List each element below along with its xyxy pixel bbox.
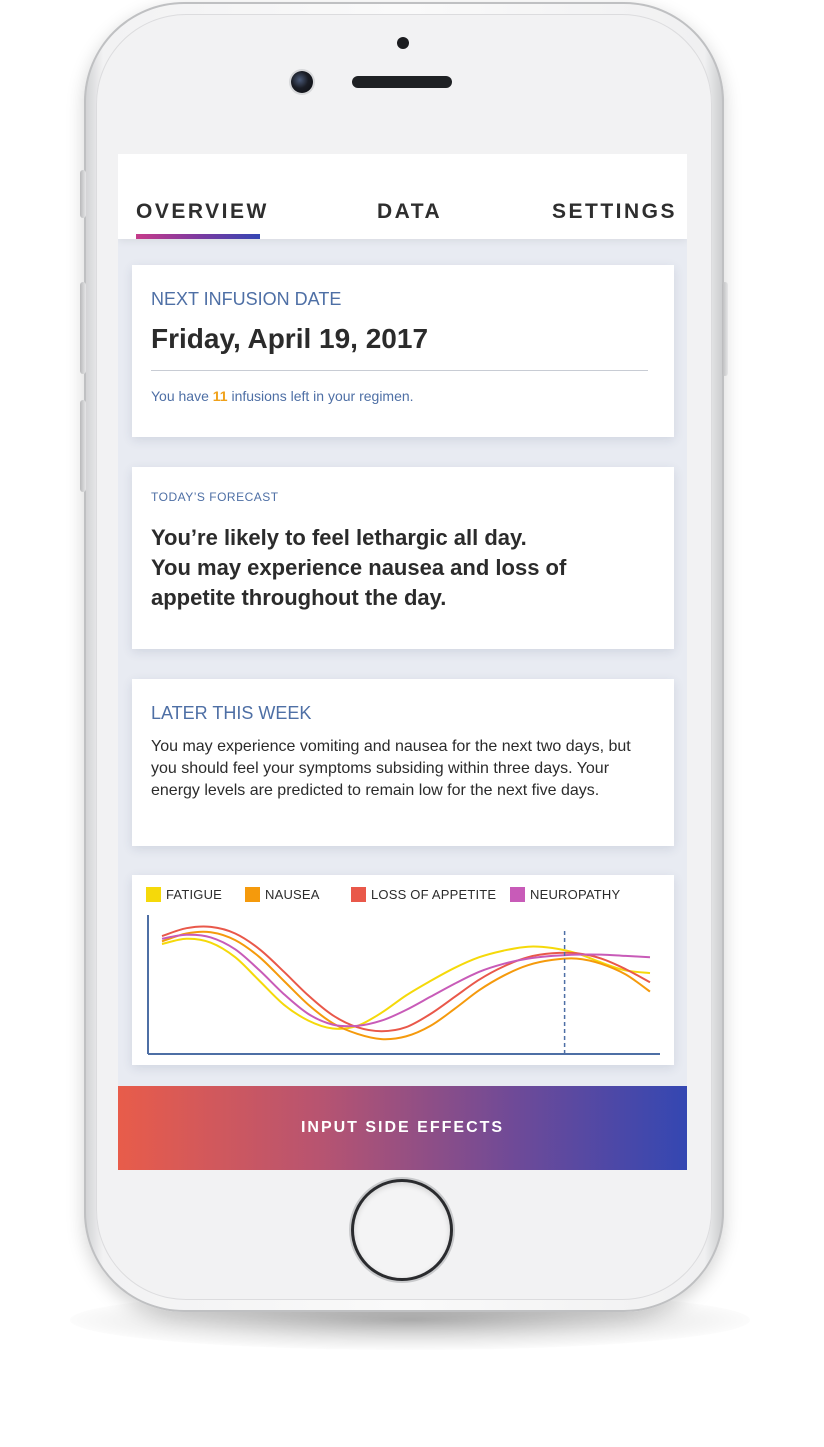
todays-forecast-label: TODAY’S FORECAST [151, 490, 279, 504]
symptom-line-chart [147, 915, 660, 1055]
power-button [722, 282, 728, 376]
proximity-sensor [397, 37, 409, 49]
infusions-remaining-count: 11 [212, 388, 228, 404]
forecast-line-1: You’re likely to feel lethargic all day. [151, 525, 527, 550]
next-infusion-label: NEXT INFUSION DATE [151, 289, 342, 309]
later-this-week-text: You may experience vomiting and nausea f… [151, 738, 631, 799]
home-button[interactable] [354, 1182, 450, 1278]
series-line-neuropathy [161, 933, 651, 1028]
infusions-remaining-prefix: You have [151, 388, 213, 404]
infusions-remaining-text: You have 11 infusions left in your regim… [151, 388, 414, 404]
tab-settings[interactable]: SETTINGS [552, 200, 677, 224]
series-line-loss-of-appetite [161, 925, 651, 1033]
todays-forecast-card: TODAY’S FORECAST You’re likely to feel l… [132, 467, 674, 649]
forecast-text: You’re likely to feel lethargic all day.… [151, 523, 651, 613]
next-infusion-date: Friday, April 19, 2017 [151, 323, 429, 354]
tab-overview[interactable]: OVERVIEW [136, 200, 269, 224]
later-this-week-card: LATER THIS WEEK You may experience vomit… [132, 679, 674, 846]
active-tab-indicator [136, 234, 260, 239]
input-side-effects-label: INPUT SIDE EFFECTS [300, 1119, 505, 1136]
tab-bar: OVERVIEW DATA SETTINGS [118, 154, 687, 239]
tab-data[interactable]: DATA [377, 200, 442, 224]
next-infusion-card: NEXT INFUSION DATE Friday, April 19, 201… [132, 265, 674, 437]
series-line-nausea [161, 930, 651, 1041]
volume-down-button [80, 400, 86, 492]
forecast-line-2: You may experience nausea and loss of ap… [151, 555, 567, 610]
mute-switch [80, 170, 86, 218]
app-screen: OVERVIEW DATA SETTINGS NEXT INFUSION DAT… [118, 154, 687, 1170]
input-side-effects-button[interactable]: INPUT SIDE EFFECTS [118, 1086, 687, 1170]
series-line-fatigue [161, 937, 651, 1030]
symptom-chart-card: FATIGUE NAUSEA LOSS OF APPETITE NEUROPAT… [132, 875, 674, 1065]
card-divider [151, 370, 648, 371]
volume-up-button [80, 282, 86, 374]
earpiece-speaker [352, 76, 452, 88]
infusions-remaining-suffix: infusions left in your regimen. [227, 388, 414, 404]
later-this-week-label: LATER THIS WEEK [151, 703, 312, 723]
front-camera-icon [291, 71, 313, 93]
